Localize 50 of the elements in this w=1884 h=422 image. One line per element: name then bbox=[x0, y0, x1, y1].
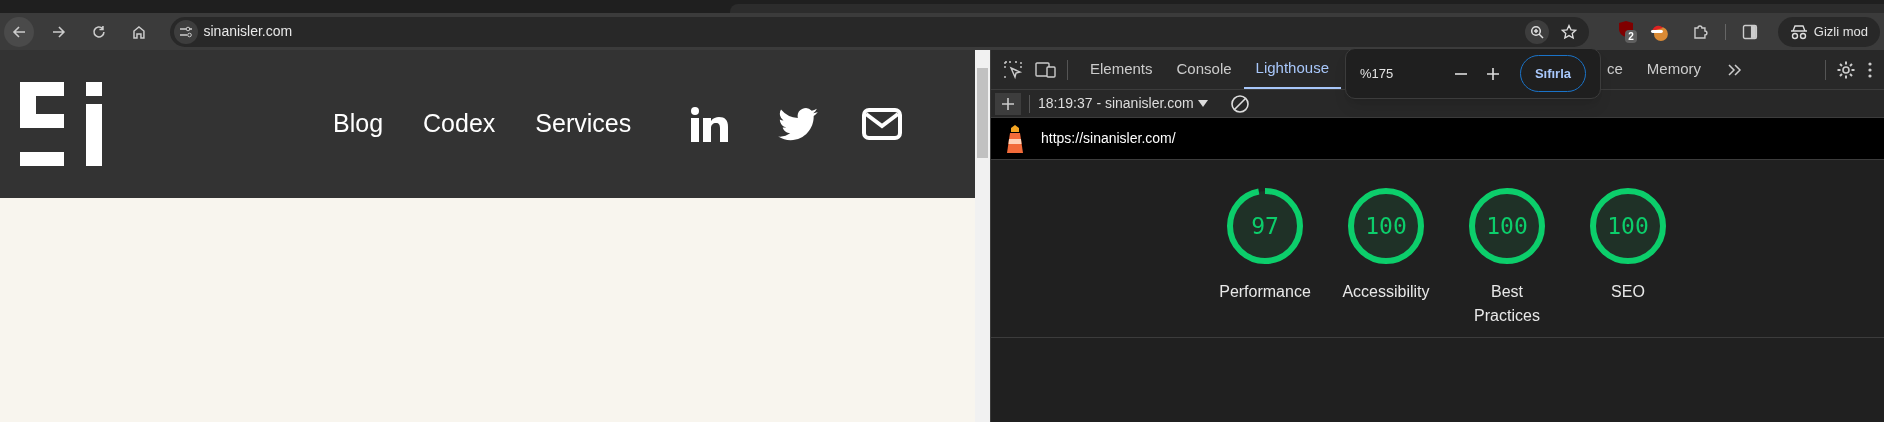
report-selector[interactable]: 18:19:37 - sinanisler.com bbox=[1038, 93, 1194, 114]
plus-icon bbox=[1001, 96, 1015, 111]
address-bar[interactable]: sinanisler.com bbox=[169, 16, 1590, 47]
side-panel-icon[interactable] bbox=[1741, 23, 1758, 40]
devtools-tab[interactable]: Elements bbox=[1078, 50, 1165, 89]
more-tabs-icon[interactable] bbox=[1727, 62, 1743, 77]
incognito-button[interactable]: Gizli mod bbox=[1777, 16, 1881, 47]
incognito-label: Gizli mod bbox=[1813, 22, 1869, 41]
mail-icon[interactable] bbox=[862, 108, 903, 140]
nav-link[interactable]: Services bbox=[535, 105, 632, 143]
scrollbar-thumb[interactable] bbox=[977, 68, 988, 158]
score-label[interactable]: Accessibility bbox=[1336, 280, 1436, 304]
dropdown-caret-icon[interactable] bbox=[1197, 99, 1208, 108]
settings-icon[interactable] bbox=[1836, 59, 1856, 80]
score-label[interactable]: Performance bbox=[1215, 280, 1315, 304]
zoom-level: %175 bbox=[1360, 64, 1394, 83]
linkedin-icon[interactable] bbox=[691, 106, 729, 142]
inspect-icon[interactable] bbox=[1003, 59, 1023, 80]
nav-link[interactable]: Codex bbox=[423, 105, 496, 143]
score-value: 100 bbox=[1486, 213, 1528, 239]
menu-icon[interactable] bbox=[1868, 61, 1872, 78]
score-value: 97 bbox=[1251, 213, 1279, 239]
zoom-icon[interactable] bbox=[1525, 19, 1550, 44]
puzzle-icon[interactable] bbox=[1693, 23, 1709, 40]
score-value: 100 bbox=[1365, 213, 1407, 239]
forward-icon[interactable] bbox=[51, 24, 66, 39]
lighthouse-icon bbox=[1005, 124, 1025, 153]
incognito-icon bbox=[1789, 23, 1808, 40]
back-icon bbox=[11, 24, 26, 39]
nav-link[interactable]: Blog bbox=[333, 105, 384, 143]
report-url: https://sinanisler.com/ bbox=[1041, 129, 1176, 148]
bookmark-star-icon[interactable] bbox=[1561, 23, 1578, 40]
new-report-button[interactable] bbox=[995, 92, 1021, 115]
twitter-icon[interactable] bbox=[778, 107, 819, 141]
back-button[interactable] bbox=[4, 16, 34, 47]
score-label[interactable]: SEO bbox=[1578, 280, 1678, 304]
score-label[interactable]: Best Practices bbox=[1457, 280, 1557, 328]
device-toolbar-icon[interactable] bbox=[1035, 60, 1057, 79]
home-icon[interactable] bbox=[131, 24, 146, 39]
devtools-tab[interactable]: Console bbox=[1164, 50, 1244, 89]
address-text: sinanisler.com bbox=[203, 22, 293, 41]
reload-icon[interactable] bbox=[91, 24, 106, 39]
extension-badge: 2 bbox=[1625, 29, 1637, 43]
site-logo[interactable] bbox=[20, 82, 102, 166]
devtools-tab[interactable]: Memory bbox=[1634, 50, 1713, 89]
score-value: 100 bbox=[1607, 213, 1649, 239]
site-info-icon[interactable] bbox=[173, 19, 198, 44]
zoom-in-icon[interactable] bbox=[1485, 66, 1500, 81]
devtools-tab[interactable]: ce bbox=[1607, 50, 1635, 89]
clear-icon[interactable] bbox=[1229, 93, 1250, 114]
